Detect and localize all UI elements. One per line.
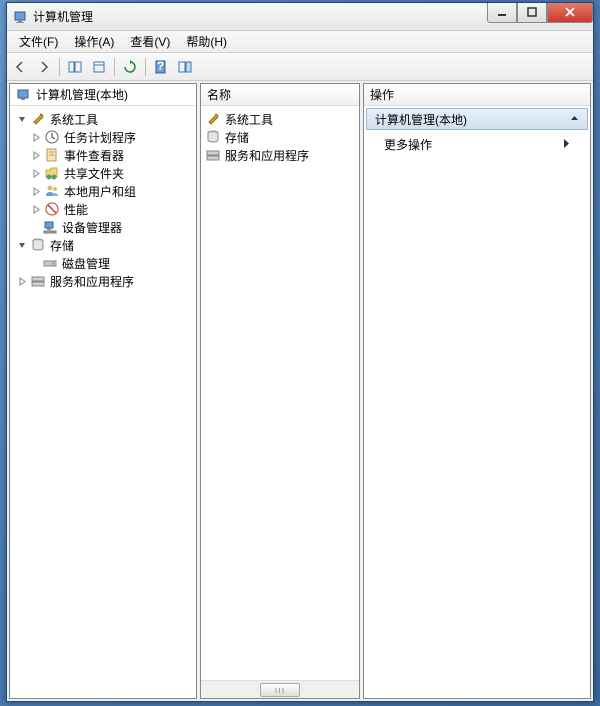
actions-section-label: 计算机管理(本地) <box>375 111 467 128</box>
toolbar-separator <box>114 58 115 76</box>
tree-root-header[interactable]: 计算机管理(本地) <box>10 84 196 106</box>
back-button[interactable] <box>9 56 31 78</box>
tree-label: 任务计划程序 <box>64 129 136 146</box>
minimize-button[interactable] <box>487 3 517 23</box>
list-label: 系统工具 <box>225 111 273 128</box>
help-button[interactable]: ? <box>150 56 172 78</box>
disk-icon <box>42 255 58 271</box>
main-window: 计算机管理 文件(F) 操作(A) 查看(V) 帮助(H) ? 计算机管理(本地… <box>6 2 594 702</box>
tree-label: 设备管理器 <box>62 219 122 236</box>
expand-icon[interactable] <box>30 185 42 197</box>
window-title: 计算机管理 <box>33 8 487 25</box>
collapse-icon[interactable] <box>16 113 28 125</box>
horizontal-scrollbar[interactable]: ııı <box>201 680 359 698</box>
tree-label: 系统工具 <box>50 111 98 128</box>
menu-view[interactable]: 查看(V) <box>122 31 178 52</box>
maximize-button[interactable] <box>517 3 547 23</box>
tree-label: 本地用户和组 <box>64 183 136 200</box>
services-icon <box>205 147 221 163</box>
expand-icon[interactable] <box>30 167 42 179</box>
refresh-button[interactable] <box>119 56 141 78</box>
storage-icon <box>205 129 221 145</box>
close-button[interactable] <box>547 3 593 23</box>
app-icon <box>13 9 29 25</box>
tree-label: 存储 <box>50 237 74 254</box>
wrench-icon <box>30 111 46 127</box>
tree-pane: 计算机管理(本地) 系统工具 任务计划程序 <box>9 83 197 699</box>
actions-pane: 操作 计算机管理(本地) 更多操作 <box>363 83 591 699</box>
tree-item-services-apps[interactable]: 服务和应用程序 <box>12 272 194 290</box>
list-item[interactable]: 存储 <box>203 128 357 146</box>
tree-item-storage[interactable]: 存储 <box>12 236 194 254</box>
toolbar-separator <box>145 58 146 76</box>
tree-item-local-users[interactable]: 本地用户和组 <box>12 182 194 200</box>
tree-label: 事件查看器 <box>64 147 124 164</box>
list-pane: 名称 系统工具 存储 服务和应用程序 ııı <box>200 83 360 699</box>
submenu-arrow-icon <box>563 138 570 152</box>
menu-file[interactable]: 文件(F) <box>11 31 66 52</box>
window-controls <box>487 11 593 23</box>
actions-header: 操作 <box>364 84 590 106</box>
menu-action[interactable]: 操作(A) <box>66 31 122 52</box>
services-icon <box>30 273 46 289</box>
list-item[interactable]: 系统工具 <box>203 110 357 128</box>
device-manager-icon <box>42 219 58 235</box>
list-header-name[interactable]: 名称 <box>201 84 359 106</box>
collapse-icon[interactable] <box>16 239 28 251</box>
toolbar: ? <box>7 53 593 81</box>
tree-item-shared-folders[interactable]: 共享文件夹 <box>12 164 194 182</box>
tree-root-label: 计算机管理(本地) <box>36 86 128 103</box>
tree-item-disk-management[interactable]: 磁盘管理 <box>12 254 194 272</box>
users-icon <box>44 183 60 199</box>
show-action-pane-button[interactable] <box>174 56 196 78</box>
tree: 系统工具 任务计划程序 事件查看器 <box>10 106 196 698</box>
actions-section-header[interactable]: 计算机管理(本地) <box>366 108 588 130</box>
toolbar-separator <box>59 58 60 76</box>
wrench-icon <box>205 111 221 127</box>
list-label: 存储 <box>225 129 249 146</box>
list-label: 服务和应用程序 <box>225 147 309 164</box>
show-hide-tree-button[interactable] <box>64 56 86 78</box>
shared-folder-icon <box>44 165 60 181</box>
forward-button[interactable] <box>33 56 55 78</box>
tree-item-event-viewer[interactable]: 事件查看器 <box>12 146 194 164</box>
properties-button[interactable] <box>88 56 110 78</box>
collapse-icon <box>570 112 579 126</box>
expand-icon[interactable] <box>16 275 28 287</box>
expand-icon[interactable] <box>30 131 42 143</box>
list-item[interactable]: 服务和应用程序 <box>203 146 357 164</box>
tree-label: 服务和应用程序 <box>50 273 134 290</box>
menubar: 文件(F) 操作(A) 查看(V) 帮助(H) <box>7 31 593 53</box>
event-log-icon <box>44 147 60 163</box>
clock-icon <box>44 129 60 145</box>
performance-icon <box>44 201 60 217</box>
titlebar[interactable]: 计算机管理 <box>7 3 593 31</box>
action-label: 更多操作 <box>384 136 432 153</box>
expand-icon[interactable] <box>30 149 42 161</box>
tree-label: 性能 <box>64 201 88 218</box>
tree-label: 共享文件夹 <box>64 165 124 182</box>
list: 系统工具 存储 服务和应用程序 <box>201 106 359 680</box>
storage-icon <box>30 237 46 253</box>
content-area: 计算机管理(本地) 系统工具 任务计划程序 <box>7 81 593 701</box>
expand-icon[interactable] <box>30 203 42 215</box>
tree-label: 磁盘管理 <box>62 255 110 272</box>
tree-item-performance[interactable]: 性能 <box>12 200 194 218</box>
tree-item-system-tools[interactable]: 系统工具 <box>12 110 194 128</box>
menu-help[interactable]: 帮助(H) <box>178 31 235 52</box>
scroll-thumb[interactable]: ııı <box>260 683 300 697</box>
tree-item-task-scheduler[interactable]: 任务计划程序 <box>12 128 194 146</box>
action-more[interactable]: 更多操作 <box>364 132 590 157</box>
svg-text:?: ? <box>157 59 164 73</box>
tree-item-device-manager[interactable]: 设备管理器 <box>12 218 194 236</box>
